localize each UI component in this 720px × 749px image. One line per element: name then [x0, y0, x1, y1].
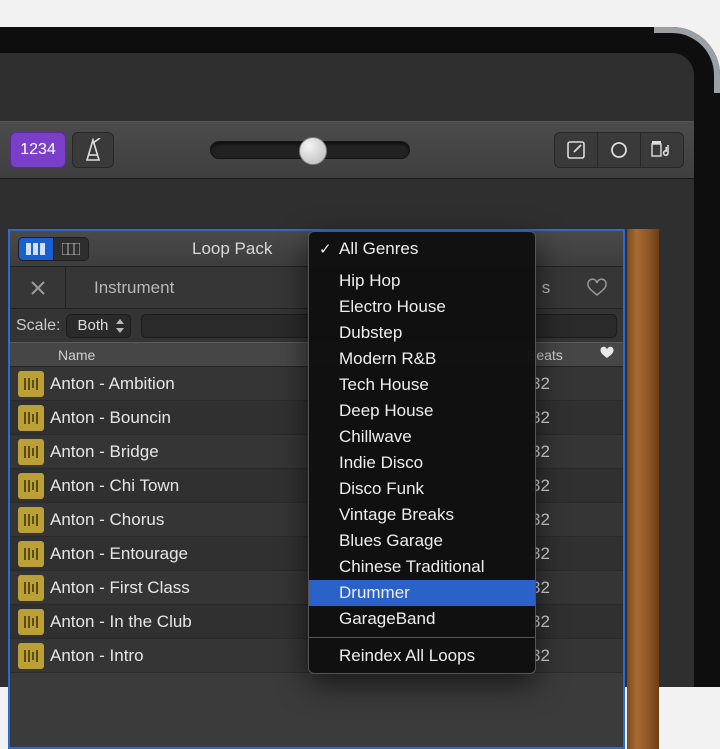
- loop-beats: 32: [531, 612, 599, 632]
- media-icon: [651, 140, 673, 160]
- loop-beats: 32: [531, 646, 599, 666]
- favorite-toggle[interactable]: [599, 375, 623, 393]
- loop-type-icon: [18, 439, 44, 465]
- menu-item-indie-disco[interactable]: Indie Disco: [309, 450, 535, 476]
- favorite-toggle[interactable]: [599, 511, 623, 529]
- favorite-toggle[interactable]: [599, 477, 623, 495]
- favorite-toggle[interactable]: [599, 443, 623, 461]
- grid-view-button[interactable]: [53, 237, 89, 261]
- grid-icon: [62, 243, 80, 255]
- tab-favorites[interactable]: [571, 267, 623, 308]
- loop-beats: 32: [531, 544, 599, 564]
- close-icon: [28, 278, 48, 298]
- loop-beats: 32: [531, 578, 599, 598]
- toolbar: 1234: [0, 121, 694, 179]
- menu-item-electro-house[interactable]: Electro House: [309, 294, 535, 320]
- loop-type-icon: [18, 609, 44, 635]
- loop-beats: 32: [531, 476, 599, 496]
- menu-item-blues-garage[interactable]: Blues Garage: [309, 528, 535, 554]
- favorite-toggle[interactable]: [599, 647, 623, 665]
- loop-type-icon: [18, 405, 44, 431]
- loop-type-icon: [18, 541, 44, 567]
- genre-menu: All Genres Hip HopElectro HouseDubstepMod…: [308, 231, 536, 674]
- menu-item-chinese-traditional[interactable]: Chinese Traditional: [309, 554, 535, 580]
- menu-item-dubstep[interactable]: Dubstep: [309, 320, 535, 346]
- metronome-icon: [82, 138, 104, 162]
- menu-item-disco-funk[interactable]: Disco Funk: [309, 476, 535, 502]
- loop-beats: 32: [531, 374, 599, 394]
- view-button-group: [555, 132, 684, 168]
- menu-item-all-genres[interactable]: All Genres: [309, 236, 535, 262]
- edit-icon: [566, 140, 586, 160]
- scale-label: Scale:: [16, 317, 60, 335]
- loop-icon: [609, 140, 629, 160]
- loop-type-icon: [18, 507, 44, 533]
- device-frame: 1234: [0, 27, 720, 687]
- header-favorite[interactable]: [591, 346, 623, 363]
- menu-item-hip-hop[interactable]: Hip Hop: [309, 268, 535, 294]
- favorite-toggle[interactable]: [599, 409, 623, 427]
- favorite-toggle[interactable]: [599, 613, 623, 631]
- menu-item-tech-house[interactable]: Tech House: [309, 372, 535, 398]
- menu-item-reindex[interactable]: Reindex All Loops: [309, 643, 535, 669]
- loop-type-icon: [18, 371, 44, 397]
- note-editor-button[interactable]: [554, 132, 598, 168]
- loop-type-icon: [18, 643, 44, 669]
- loop-browser: Loop Pack Instrument s Scale: Both Name …: [8, 229, 625, 749]
- media-browser-button[interactable]: [640, 132, 684, 168]
- menu-item-modern-r-b[interactable]: Modern R&B: [309, 346, 535, 372]
- loop-beats: 32: [531, 510, 599, 530]
- menu-separator: [309, 637, 535, 638]
- loop-type-icon: [18, 473, 44, 499]
- master-volume-slider[interactable]: [210, 141, 410, 159]
- menu-item-vintage-breaks[interactable]: Vintage Breaks: [309, 502, 535, 528]
- menu-item-garageband[interactable]: GarageBand: [309, 606, 535, 632]
- metronome-button[interactable]: [72, 132, 114, 168]
- scale-select[interactable]: Both: [66, 314, 131, 338]
- loop-beats: 32: [531, 408, 599, 428]
- loop-pack-dropdown[interactable]: Loop Pack: [192, 239, 272, 259]
- heart-icon: [586, 278, 608, 298]
- reset-filters-button[interactable]: [10, 267, 66, 308]
- loop-type-icon: [18, 575, 44, 601]
- menu-item-drummer[interactable]: Drummer: [309, 580, 535, 606]
- favorite-toggle[interactable]: [599, 579, 623, 597]
- wood-side-panel: [627, 229, 659, 749]
- favorite-toggle[interactable]: [599, 545, 623, 563]
- menu-item-deep-house[interactable]: Deep House: [309, 398, 535, 424]
- slider-thumb[interactable]: [299, 137, 327, 165]
- count-in-button[interactable]: 1234: [10, 132, 66, 168]
- heart-icon: [599, 346, 615, 360]
- menu-item-chillwave[interactable]: Chillwave: [309, 424, 535, 450]
- columns-icon: [26, 243, 46, 255]
- loop-browser-button[interactable]: [597, 132, 641, 168]
- column-view-button[interactable]: [18, 237, 54, 261]
- view-mode-toggle: [18, 237, 89, 261]
- loop-beats: 32: [531, 442, 599, 462]
